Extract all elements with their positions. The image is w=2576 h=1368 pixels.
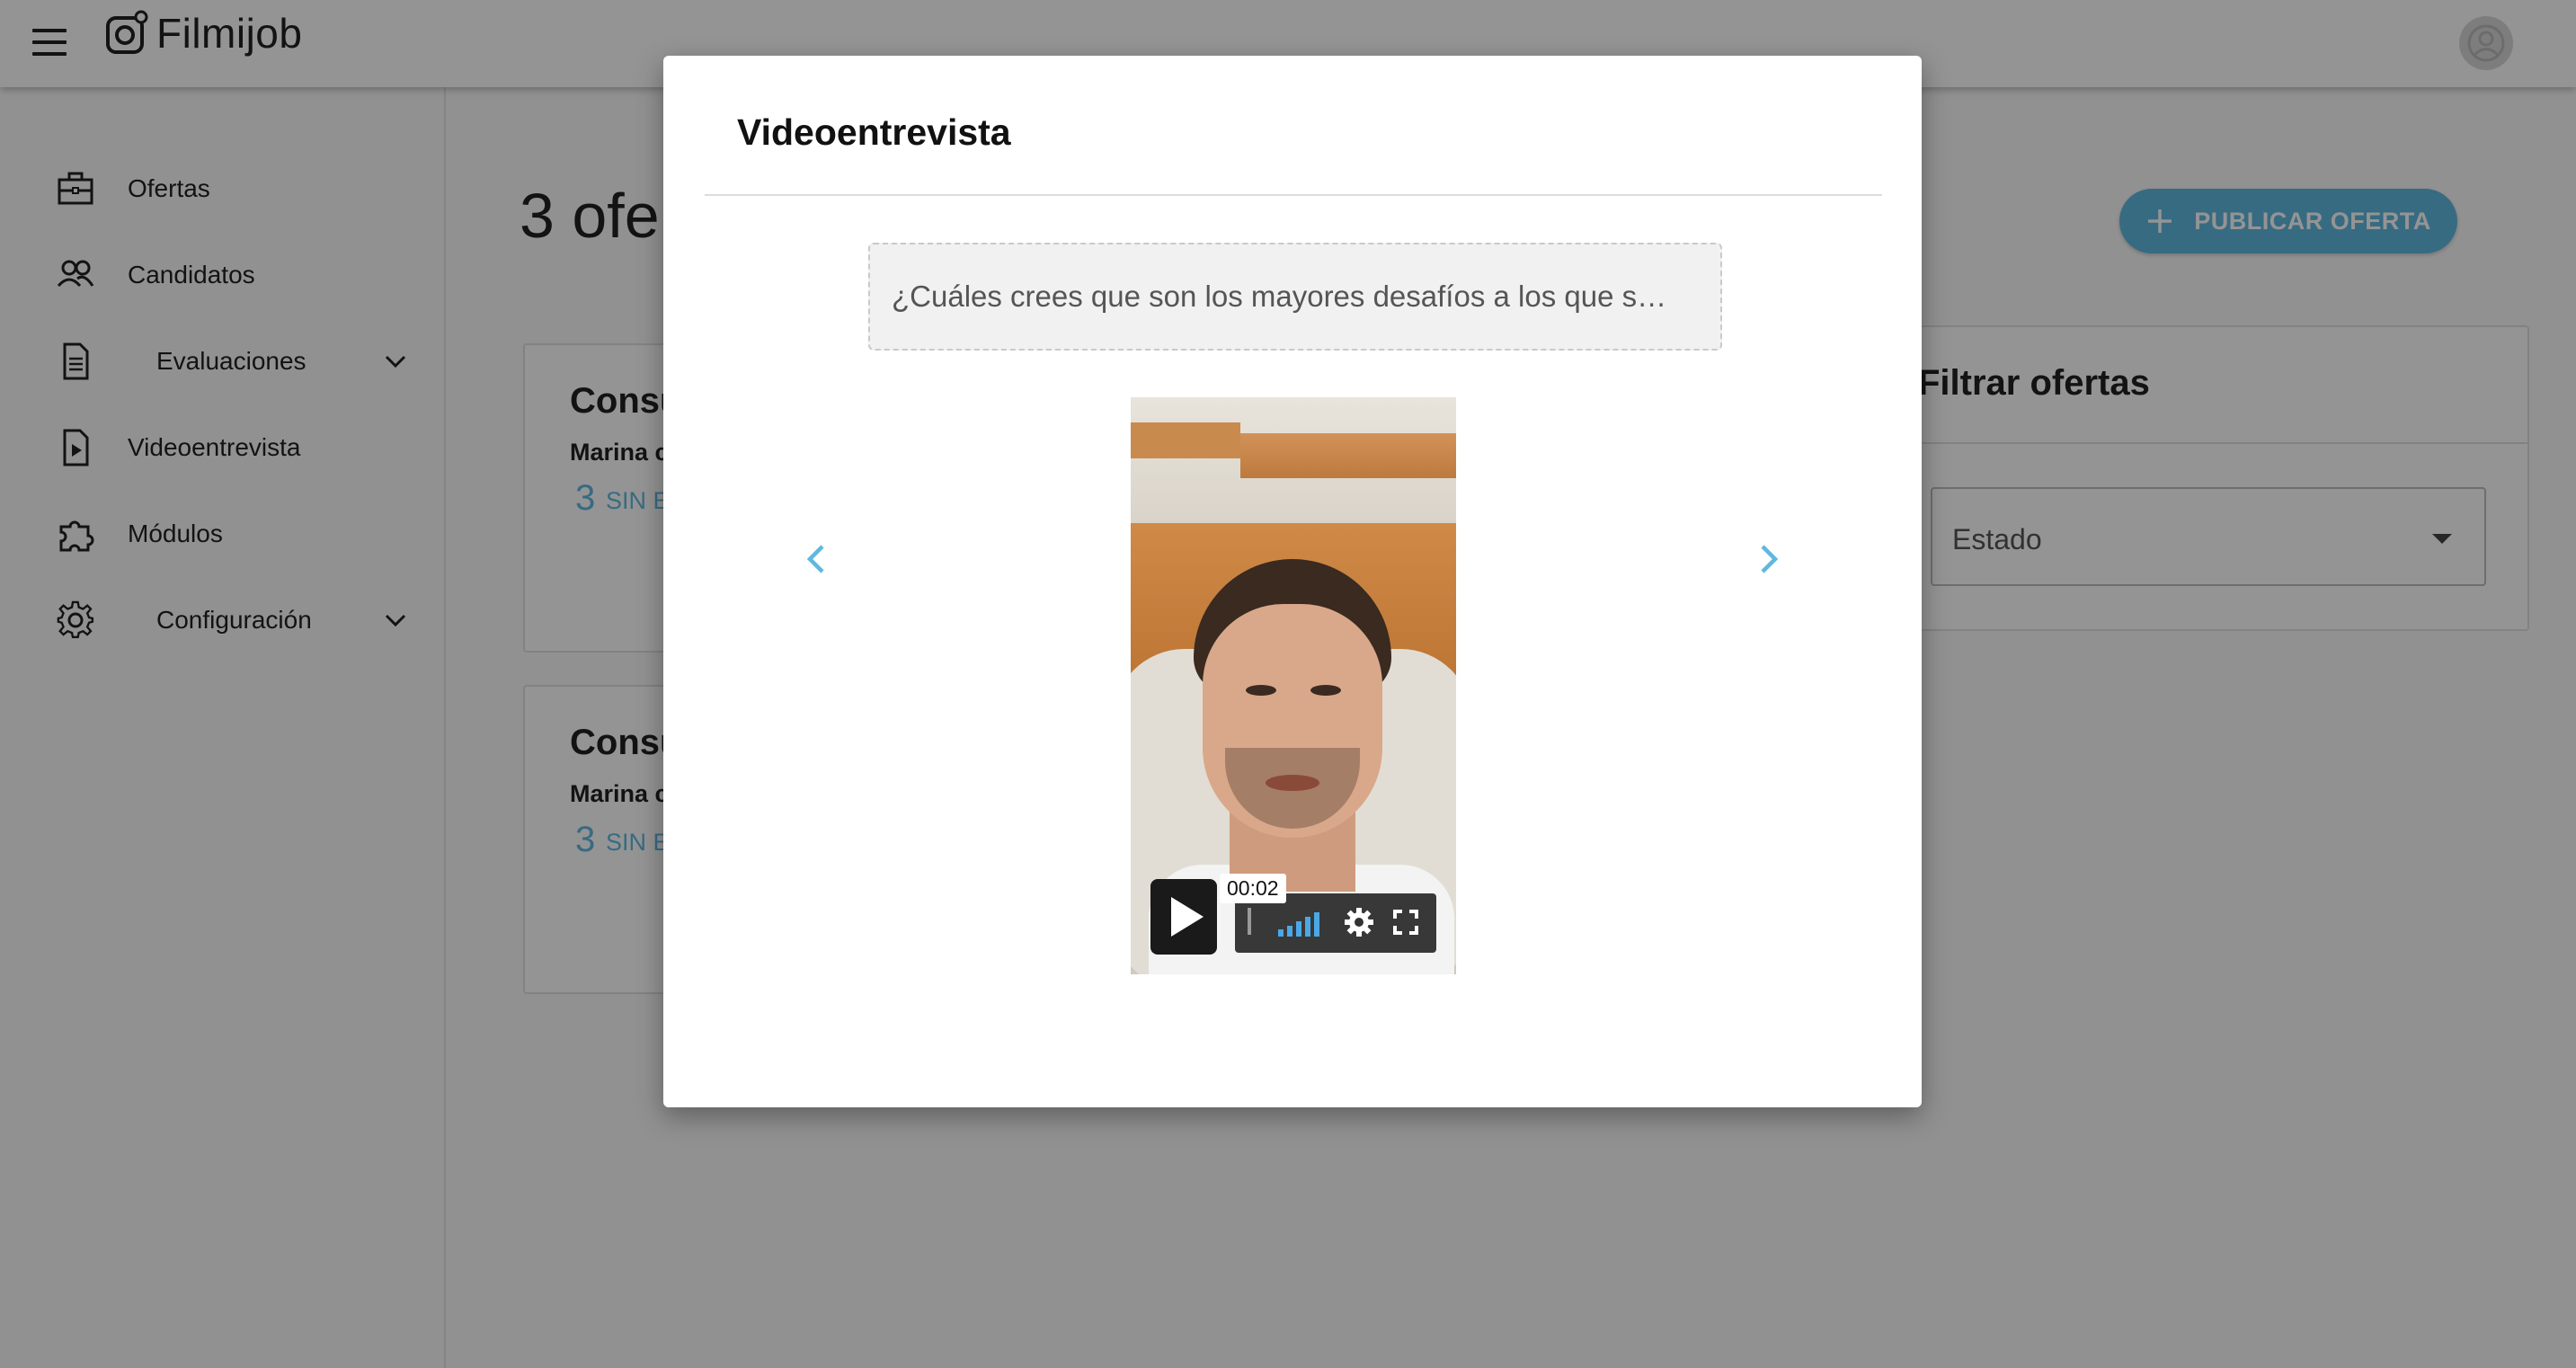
volume-bar [1305, 917, 1310, 937]
play-icon [1171, 897, 1204, 937]
volume-bar [1296, 921, 1301, 937]
video-scene-eye [1246, 685, 1276, 696]
progress-bar[interactable] [1248, 908, 1251, 935]
divider [705, 194, 1882, 196]
volume-icon[interactable] [1278, 910, 1327, 937]
next-button[interactable] [1749, 532, 1789, 586]
video-scene-eye [1310, 685, 1341, 696]
video-interview-dialog: Videoentrevista ¿Cuáles crees que son lo… [663, 56, 1922, 1107]
video-scene-shelf [1131, 422, 1240, 458]
dialog-title: Videoentrevista [737, 111, 1011, 153]
volume-bar [1287, 926, 1292, 937]
previous-button[interactable] [796, 532, 836, 586]
settings-gear-icon[interactable] [1343, 906, 1375, 938]
play-button[interactable] [1150, 879, 1217, 955]
volume-bar [1314, 912, 1319, 937]
chevron-left-icon [806, 545, 824, 573]
video-scene-shelf [1240, 433, 1456, 478]
fullscreen-icon[interactable] [1390, 906, 1422, 938]
video-scene-mouth [1266, 775, 1319, 791]
chevron-right-icon [1761, 545, 1779, 573]
question-text: ¿Cuáles crees que son los mayores desafí… [868, 243, 1722, 351]
volume-bar [1278, 929, 1284, 937]
video-player[interactable]: 00:02 [1131, 397, 1456, 974]
time-tooltip: 00:02 [1220, 874, 1286, 903]
